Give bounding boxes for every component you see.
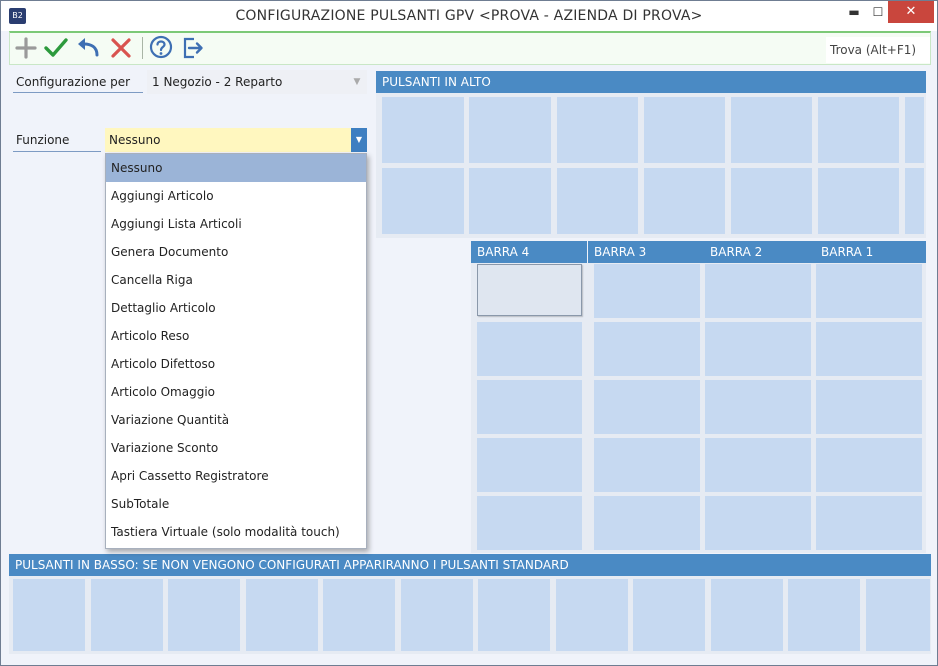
function-label-underline [13, 151, 101, 152]
bar-button-slot-selected[interactable] [477, 264, 582, 316]
plus-icon [15, 37, 37, 59]
add-button[interactable] [13, 35, 39, 61]
top-button-slot[interactable] [905, 97, 924, 163]
top-button-slot[interactable] [557, 97, 638, 163]
exit-button[interactable] [180, 35, 206, 61]
dropdown-option[interactable]: Nessuno [106, 154, 366, 182]
function-dropdown-list: Nessuno Aggiungi Articolo Aggiungi Lista A… [105, 153, 367, 549]
function-select[interactable]: Nessuno [105, 128, 351, 152]
dropdown-option[interactable]: Dettaglio Articolo [106, 294, 366, 322]
close-window-button[interactable]: ✕ [888, 1, 934, 23]
confirm-button[interactable] [43, 35, 69, 61]
top-button-slot[interactable] [731, 97, 812, 163]
top-button-slot[interactable] [818, 97, 899, 163]
top-buttons-header: PULSANTI IN ALTO [376, 71, 926, 93]
checkmark-icon [44, 38, 68, 57]
bottom-button-slot[interactable] [478, 579, 550, 651]
top-button-slot[interactable] [382, 97, 464, 163]
toolbar: Trova (Alt+F1) [9, 31, 931, 65]
chevron-down-icon: ▼ [355, 135, 363, 144]
bar-button-slot[interactable] [705, 438, 811, 492]
bar-button-slot[interactable] [816, 322, 922, 376]
bottom-button-slot[interactable] [90, 579, 163, 651]
bar-button-slot[interactable] [594, 264, 700, 318]
dropdown-option[interactable]: Variazione Quantità [106, 406, 366, 434]
bottom-button-slot[interactable] [633, 579, 705, 651]
top-button-slot[interactable] [469, 97, 551, 163]
exit-door-icon [183, 37, 203, 59]
dropdown-option[interactable]: Variazione Sconto [106, 434, 366, 462]
question-mark-icon [149, 35, 173, 59]
undo-arrow-icon [78, 38, 99, 57]
bottom-button-slot[interactable] [865, 579, 930, 651]
undo-button[interactable] [75, 35, 101, 61]
bottom-button-slot[interactable] [710, 579, 783, 651]
top-button-slot[interactable] [644, 168, 725, 234]
top-button-slot[interactable] [469, 168, 551, 234]
bar-4-header: BARRA 4 [471, 241, 587, 263]
bottom-button-slot[interactable] [13, 579, 85, 651]
bar-1-header: BARRA 1 [815, 241, 926, 263]
dropdown-option[interactable]: Articolo Reso [106, 322, 366, 350]
chevron-down-icon: ▼ [353, 77, 361, 87]
config-select[interactable]: 1 Negozio - 2 Reparto ▼ [147, 70, 367, 94]
function-dropdown-button[interactable]: ▼ [351, 128, 367, 152]
search-field[interactable]: Trova (Alt+F1) [826, 37, 930, 63]
help-button[interactable] [148, 35, 174, 61]
bar-button-slot[interactable] [816, 438, 922, 492]
top-button-slot[interactable] [818, 168, 899, 234]
bar-button-slot[interactable] [477, 322, 582, 376]
bar-button-slot[interactable] [594, 322, 700, 376]
bottom-button-slot[interactable] [788, 579, 860, 651]
main-window: B2 CONFIGURAZIONE PULSANTI GPV <PROVA - … [0, 0, 938, 666]
bar-button-slot[interactable] [594, 438, 700, 492]
bar-button-slot[interactable] [477, 438, 582, 492]
bar-2-header: BARRA 2 [704, 241, 815, 263]
title-bar: B2 CONFIGURAZIONE PULSANTI GPV <PROVA - … [1, 1, 937, 31]
toolbar-divider [142, 37, 143, 59]
bottom-button-slot[interactable] [323, 579, 395, 651]
bar-button-slot[interactable] [594, 380, 700, 434]
bar-button-slot[interactable] [705, 380, 811, 434]
bottom-button-slot[interactable] [245, 579, 318, 651]
top-button-slot[interactable] [557, 168, 638, 234]
bar-button-slot[interactable] [594, 496, 700, 550]
bar-button-slot[interactable] [816, 496, 922, 550]
bar-button-slot[interactable] [705, 264, 811, 318]
bar-button-slot[interactable] [477, 380, 582, 434]
top-button-slot[interactable] [382, 168, 464, 234]
dropdown-option[interactable]: Articolo Difettoso [106, 350, 366, 378]
dropdown-option[interactable]: Tastiera Virtuale (solo modalità touch) [106, 518, 366, 546]
dropdown-option[interactable]: Aggiungi Lista Articoli [106, 210, 366, 238]
dropdown-option[interactable]: Articolo Omaggio [106, 378, 366, 406]
bar-button-slot[interactable] [705, 322, 811, 376]
dropdown-option[interactable]: SubTotale [106, 490, 366, 518]
config-select-value: 1 Negozio - 2 Reparto [152, 75, 283, 89]
top-button-slot[interactable] [731, 168, 812, 234]
x-cross-icon [111, 38, 131, 58]
window-title: CONFIGURAZIONE PULSANTI GPV <PROVA - AZI… [235, 8, 703, 24]
dropdown-option[interactable]: Genera Documento [106, 238, 366, 266]
bar-3-header: BARRA 3 [588, 241, 704, 263]
bottom-button-slot[interactable] [168, 579, 240, 651]
config-label: Configurazione per [16, 75, 131, 89]
config-label-underline [13, 92, 143, 93]
bar-button-slot[interactable] [816, 380, 922, 434]
bottom-button-slot[interactable] [555, 579, 628, 651]
top-button-slot[interactable] [905, 168, 924, 234]
function-label: Funzione [16, 133, 70, 147]
bar-button-slot[interactable] [477, 496, 582, 550]
bar-button-slot[interactable] [816, 264, 922, 318]
cancel-button[interactable] [108, 35, 134, 61]
dropdown-option[interactable]: Apri Cassetto Registratore [106, 462, 366, 490]
bar-button-slot[interactable] [705, 496, 811, 550]
dropdown-option[interactable]: Cancella Riga [106, 266, 366, 294]
bottom-button-slot[interactable] [400, 579, 473, 651]
top-button-slot[interactable] [644, 97, 725, 163]
bottom-buttons-header: PULSANTI IN BASSO: SE NON VENGONO CONFIG… [9, 554, 931, 576]
dropdown-option[interactable]: Aggiungi Articolo [106, 182, 366, 210]
